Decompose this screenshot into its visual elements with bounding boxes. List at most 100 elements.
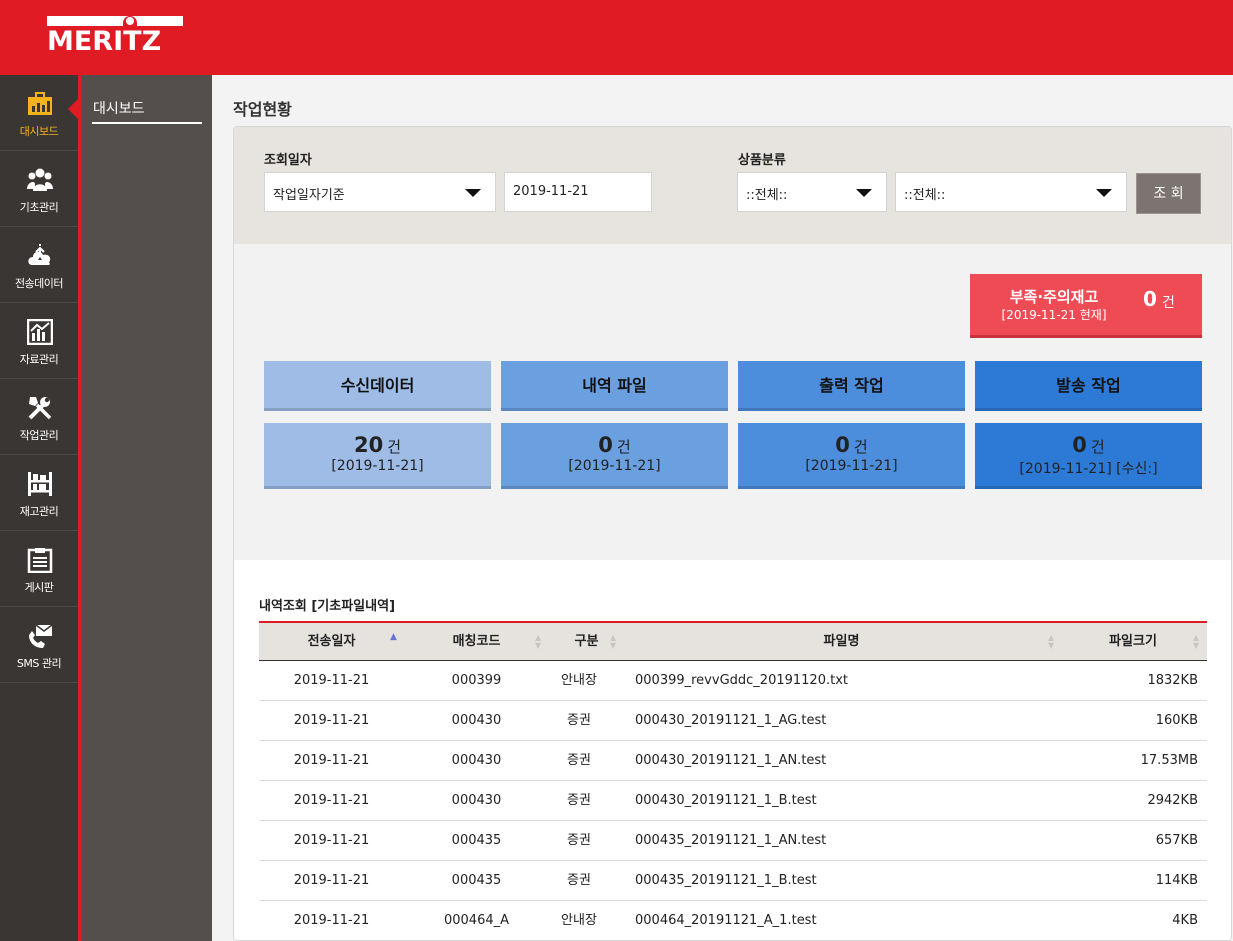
logo-dot — [126, 17, 134, 25]
sort-icon[interactable]: ▲ ▼ — [1193, 634, 1201, 650]
column-header-matching-code[interactable]: 매칭코드 — [404, 623, 549, 661]
card-count: 20 — [353, 433, 384, 457]
chart-icon — [27, 319, 53, 345]
nav-label: 작업관리 — [19, 429, 59, 442]
table-row[interactable]: 2019-11-21 000464_A 안내장 000464_20191121_… — [259, 901, 1207, 940]
product-category2-value: ::전체:: — [904, 188, 946, 203]
card-print-job[interactable]: 0건 [2019-11-21] — [738, 423, 965, 489]
table-row[interactable]: 2019-11-21 000430 증권 000430_20191121_1_A… — [259, 701, 1207, 741]
cell-type: 안내장 — [561, 673, 597, 688]
logo-top-bar — [47, 16, 183, 26]
card-print-job-title[interactable]: 출력 작업 — [738, 361, 965, 411]
sort-icon[interactable]: ▲ ▼ — [610, 634, 618, 650]
card-unit: 건 — [1090, 438, 1105, 456]
cell-file-name: 000435_20191121_1_AN.test — [635, 833, 827, 848]
logo-text: MERITZ — [47, 26, 162, 57]
main-nav: 대시보드 기초관리 전송데이터 자료관리 작업관리 재고관리 게시판 SMS 관… — [0, 75, 79, 941]
date-type-select[interactable]: 작업일자기준 — [264, 172, 496, 212]
cell-matching-code: 000430 — [451, 753, 502, 768]
column-header-file-size[interactable]: 파일크기 — [1059, 623, 1207, 661]
dashboard-icon — [28, 92, 52, 115]
cell-file-name: 000430_20191121_1_AN.test — [635, 753, 827, 768]
card-dispatch-job[interactable]: 0건 [2019-11-21] [수신:] — [975, 423, 1202, 489]
nav-item-work-management[interactable]: 작업관리 — [0, 379, 78, 455]
nav-item-data-management[interactable]: 자료관리 — [0, 303, 78, 379]
product-category2-select[interactable]: ::전체:: — [895, 172, 1127, 212]
alert-title: 부족·주의재고 — [1009, 288, 1099, 306]
alert-unit: 건 — [1162, 295, 1175, 311]
table-row[interactable]: 2019-11-21 000430 증권 000430_20191121_1_B… — [259, 781, 1207, 821]
shortage-alert-box[interactable]: 부족·주의재고 [2019-11-21 현재] 0 건 — [970, 274, 1202, 338]
nav-item-dashboard[interactable]: 대시보드 — [0, 75, 79, 151]
nav-label: 자료관리 — [19, 353, 59, 366]
subnav-item-dashboard[interactable]: 대시보드 — [92, 98, 202, 124]
cell-matching-code: 000464_A — [443, 913, 510, 928]
product-category1-select[interactable]: ::전체:: — [737, 172, 887, 212]
nav-item-inventory-management[interactable]: 재고관리 — [0, 455, 78, 531]
cell-file-name: 000399_revvGddc_20191120.txt — [635, 673, 848, 688]
sort-icon[interactable]: ▲ ▼ — [535, 634, 543, 650]
chevron-down-icon — [856, 189, 872, 197]
date-input[interactable]: 2019-11-21 — [504, 172, 652, 212]
tools-icon — [28, 397, 52, 420]
table-row[interactable]: 2019-11-21 000435 증권 000435_20191121_1_B… — [259, 861, 1207, 901]
date-input-value: 2019-11-21 — [513, 184, 589, 199]
cell-send-date: 2019-11-21 — [293, 833, 370, 848]
nav-label: 전송데이터 — [14, 277, 64, 290]
sms-phone-icon — [29, 624, 53, 648]
nav-label: 기초관리 — [19, 201, 59, 214]
card-received-data-title[interactable]: 수신데이터 — [264, 361, 491, 411]
cell-type: 안내장 — [561, 913, 597, 928]
cell-file-size: 1832KB — [1147, 673, 1198, 688]
nav-item-sms-management[interactable]: SMS 관리 — [0, 607, 78, 683]
card-dispatch-job-title[interactable]: 발송 작업 — [975, 361, 1202, 411]
column-header-file-name[interactable]: 파일명 — [624, 623, 1059, 661]
sub-nav: 대시보드 — [81, 75, 212, 941]
cell-matching-code: 000435 — [451, 873, 502, 888]
cell-file-size: 4KB — [1172, 913, 1198, 928]
card-history-file-title[interactable]: 내역 파일 — [501, 361, 728, 411]
cell-send-date: 2019-11-21 — [293, 753, 370, 768]
sort-icon[interactable]: ▲ ▼ — [1048, 634, 1056, 650]
nav-label: 대시보드 — [19, 125, 59, 138]
cell-file-name: 000435_20191121_1_B.test — [635, 873, 817, 888]
card-date: [2019-11-21] — [331, 458, 424, 474]
alert-count: 0 — [1143, 287, 1157, 311]
nav-label: 게시판 — [24, 581, 54, 594]
cell-file-size: 657KB — [1155, 833, 1198, 848]
cell-file-size: 114KB — [1155, 873, 1198, 888]
sort-asc-icon[interactable]: ▲ — [390, 633, 398, 649]
card-date: [2019-11-21] — [805, 458, 898, 474]
cell-send-date: 2019-11-21 — [293, 793, 370, 808]
dashboard-summary: 부족·주의재고 [2019-11-21 현재] 0 건 수신데이터 20 건 [2… — [234, 244, 1231, 560]
nav-item-transfer-data[interactable]: 전송데이터 — [0, 227, 78, 303]
cell-file-name: 000430_20191121_1_AG.test — [635, 713, 827, 728]
column-header-send-date[interactable]: 전송일자 — [259, 623, 404, 661]
cell-matching-code: 000430 — [451, 713, 502, 728]
nav-item-board[interactable]: 게시판 — [0, 531, 78, 607]
cell-send-date: 2019-11-21 — [293, 673, 370, 688]
card-unit: 건 — [616, 438, 631, 456]
table-row[interactable]: 2019-11-21 000435 증권 000435_20191121_1_A… — [259, 821, 1207, 861]
history-list-section: 내역조회 [기초파일내역] 전송일자 ▲ 매칭코드 ▲ ▼ 구분 ▲ ▼ 파일명 ▲… — [234, 560, 1231, 940]
cloud-upload-icon — [28, 244, 51, 265]
meritz-logo[interactable]: MERITZ — [47, 16, 183, 56]
date-type-value: 작업일자기준 — [273, 188, 345, 203]
cell-matching-code: 000399 — [451, 673, 502, 688]
cell-type: 증권 — [567, 753, 591, 768]
card-history-file[interactable]: 0건 [2019-11-21] — [501, 423, 728, 489]
table-row[interactable]: 2019-11-21 000430 증권 000430_20191121_1_A… — [259, 741, 1207, 781]
card-received-data[interactable]: 20 건 [2019-11-21] — [264, 423, 491, 489]
nav-label: SMS 관리 — [16, 657, 62, 670]
search-button[interactable]: 조 회 — [1136, 173, 1201, 214]
clipboard-icon — [27, 548, 53, 573]
table-row[interactable]: 2019-11-21 000399 안내장 000399_revvGddc_20… — [259, 661, 1207, 701]
chevron-down-icon — [465, 189, 481, 197]
cell-matching-code: 000435 — [451, 833, 502, 848]
list-title: 내역조회 [기초파일내역] — [259, 599, 396, 614]
users-icon — [27, 168, 53, 191]
alert-date: [2019-11-21 현재] — [1001, 308, 1107, 322]
nav-item-basic-management[interactable]: 기초관리 — [0, 151, 78, 227]
nav-label: 재고관리 — [19, 505, 59, 518]
cell-file-size: 2942KB — [1147, 793, 1198, 808]
